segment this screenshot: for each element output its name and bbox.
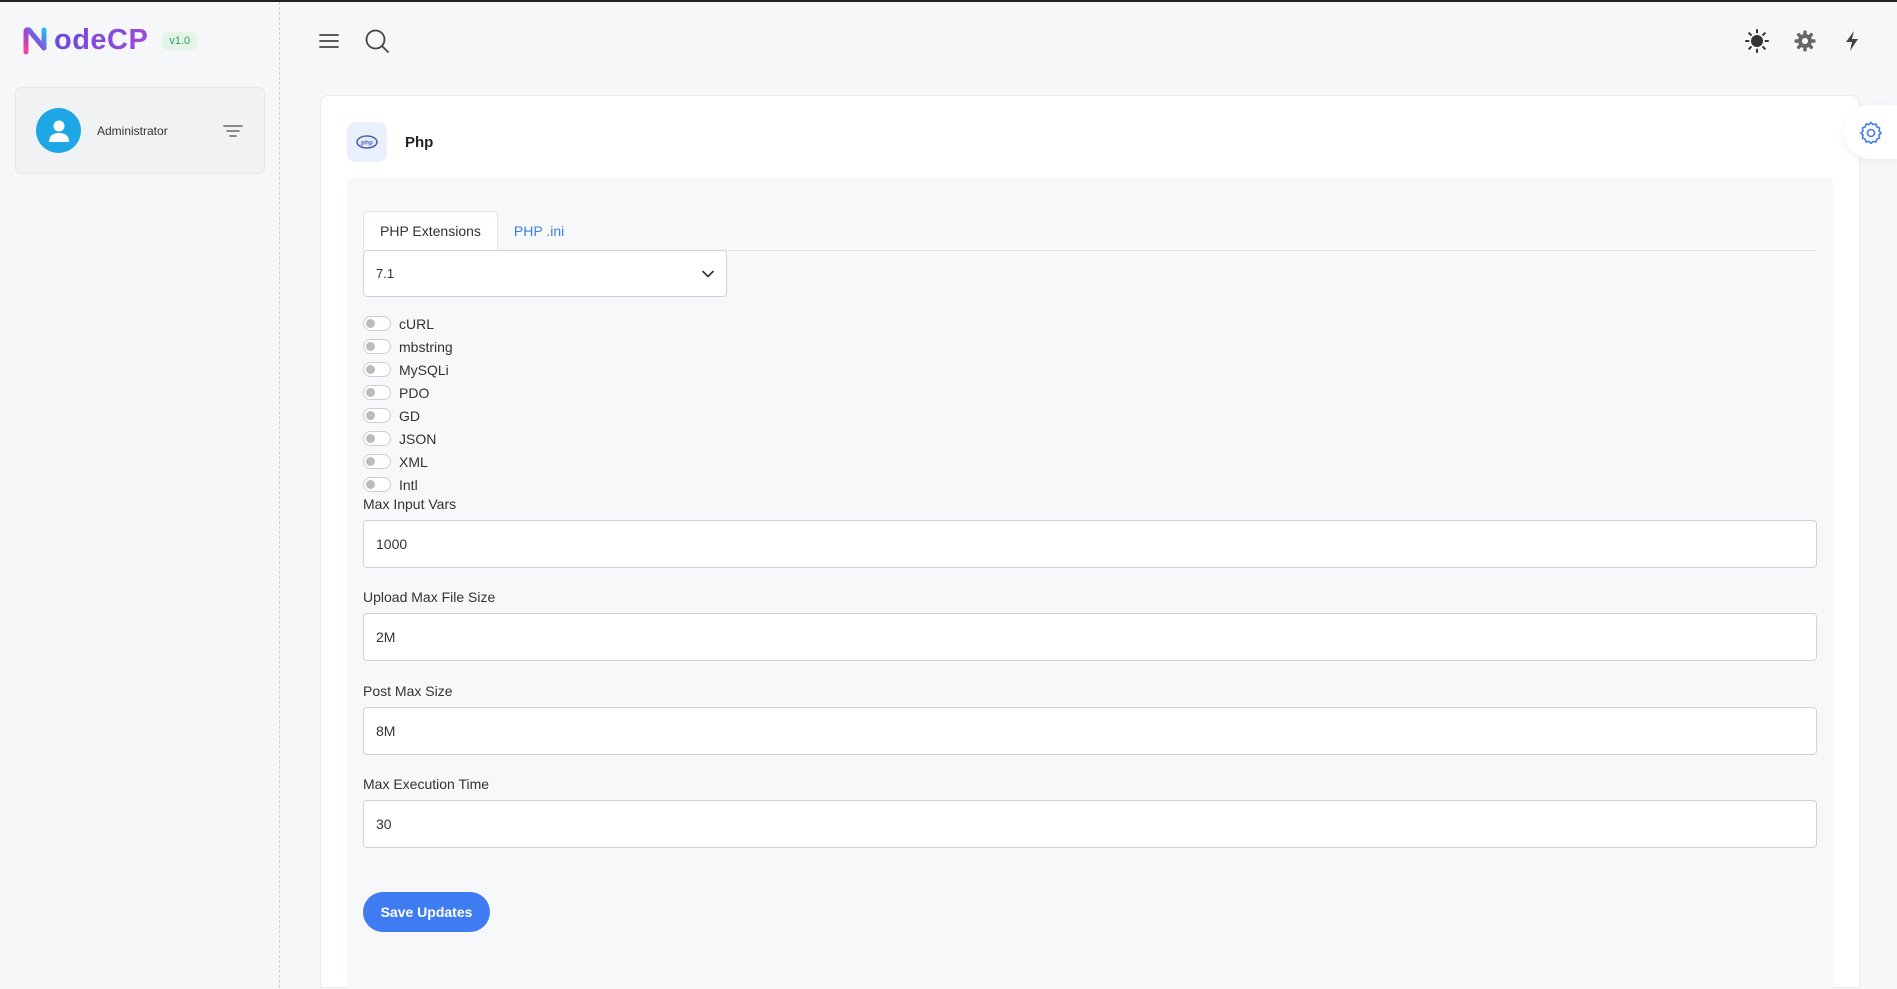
post-max-size-label: Post Max Size	[363, 683, 453, 699]
extension-toggle-intl[interactable]	[363, 477, 391, 492]
user-icon	[48, 120, 69, 142]
svg-text:php: php	[361, 140, 373, 147]
gear-icon	[1859, 121, 1882, 144]
menu-toggle-button[interactable]	[316, 28, 342, 54]
tab-php-extensions[interactable]: PHP Extensions	[363, 211, 498, 251]
extension-list: cURL mbstring MySQLi PDO GD JSON XML Int…	[363, 312, 453, 496]
upload-max-filesize-label: Upload Max File Size	[363, 589, 496, 605]
extension-label: GD	[399, 407, 420, 424]
extension-toggle-gd[interactable]	[363, 408, 391, 423]
php-version-select[interactable]: 7.1	[363, 250, 727, 297]
card-header: php Php	[347, 122, 433, 162]
php-version-value: 7.1	[376, 266, 395, 281]
tab-bar: PHP Extensions PHP .ini	[363, 211, 1817, 251]
card-body: PHP Extensions PHP .ini 7.1 cURL mbstrin…	[347, 178, 1833, 989]
extension-item: Intl	[363, 473, 453, 496]
bolt-icon	[1846, 31, 1858, 51]
max-input-vars-label: Max Input Vars	[363, 496, 457, 512]
app-logo[interactable]: odeCP v1.0	[22, 24, 198, 57]
extension-toggle-pdo[interactable]	[363, 385, 391, 400]
extension-toggle-xml[interactable]	[363, 454, 391, 469]
avatar[interactable]	[36, 108, 81, 153]
chevron-down-icon	[702, 270, 714, 277]
extension-label: PDO	[399, 384, 430, 401]
extension-label: JSON	[399, 430, 437, 447]
logo-text: odeCP	[54, 24, 149, 56]
version-badge: v1.0	[162, 31, 198, 50]
extension-label: cURL	[399, 315, 435, 332]
extension-label: MySQLi	[399, 361, 449, 378]
max-input-vars-input[interactable]	[363, 520, 1817, 568]
extension-item: PDO	[363, 381, 453, 404]
search-icon	[365, 29, 389, 53]
top-header	[280, 2, 1897, 77]
power-button[interactable]	[1838, 27, 1866, 55]
extension-toggle-mbstring[interactable]	[363, 339, 391, 354]
extension-toggle-mysqli[interactable]	[363, 362, 391, 377]
extension-item: MySQLi	[363, 358, 453, 381]
logo-n-icon	[23, 26, 47, 54]
extension-label: mbstring	[399, 338, 453, 355]
search-button[interactable]	[362, 26, 392, 56]
max-execution-time-label: Max Execution Time	[363, 776, 490, 792]
extension-item: GD	[363, 404, 453, 427]
user-card: Administrator	[15, 87, 265, 174]
extension-item: JSON	[363, 427, 453, 450]
extension-toggle-json[interactable]	[363, 431, 391, 446]
hamburger-icon	[319, 34, 339, 48]
settings-button[interactable]	[1791, 27, 1819, 55]
extension-item: mbstring	[363, 335, 453, 358]
post-max-size-input[interactable]	[363, 707, 1817, 755]
filter-icon[interactable]	[222, 123, 244, 139]
user-name: Administrator	[97, 123, 168, 138]
upload-max-filesize-input[interactable]	[363, 613, 1817, 661]
gear-icon	[1794, 30, 1816, 52]
page-title: Php	[405, 133, 434, 151]
customizer-toggle-button[interactable]	[1844, 105, 1897, 159]
max-execution-time-input[interactable]	[363, 800, 1817, 848]
save-updates-button[interactable]: Save Updates	[363, 892, 490, 932]
theme-toggle-button[interactable]	[1743, 27, 1771, 55]
sun-icon	[1745, 29, 1769, 53]
sidebar: odeCP v1.0 Administrator	[0, 2, 280, 988]
extension-label: Intl	[399, 476, 418, 493]
php-settings-card: php Php PHP Extensions PHP .ini 7.1 cURL…	[320, 95, 1860, 989]
extension-item: XML	[363, 450, 453, 473]
php-icon: php	[347, 122, 387, 162]
extension-item: cURL	[363, 312, 453, 335]
extension-toggle-curl[interactable]	[363, 316, 391, 331]
tab-php-ini[interactable]: PHP .ini	[498, 211, 580, 251]
extension-label: XML	[399, 453, 428, 470]
